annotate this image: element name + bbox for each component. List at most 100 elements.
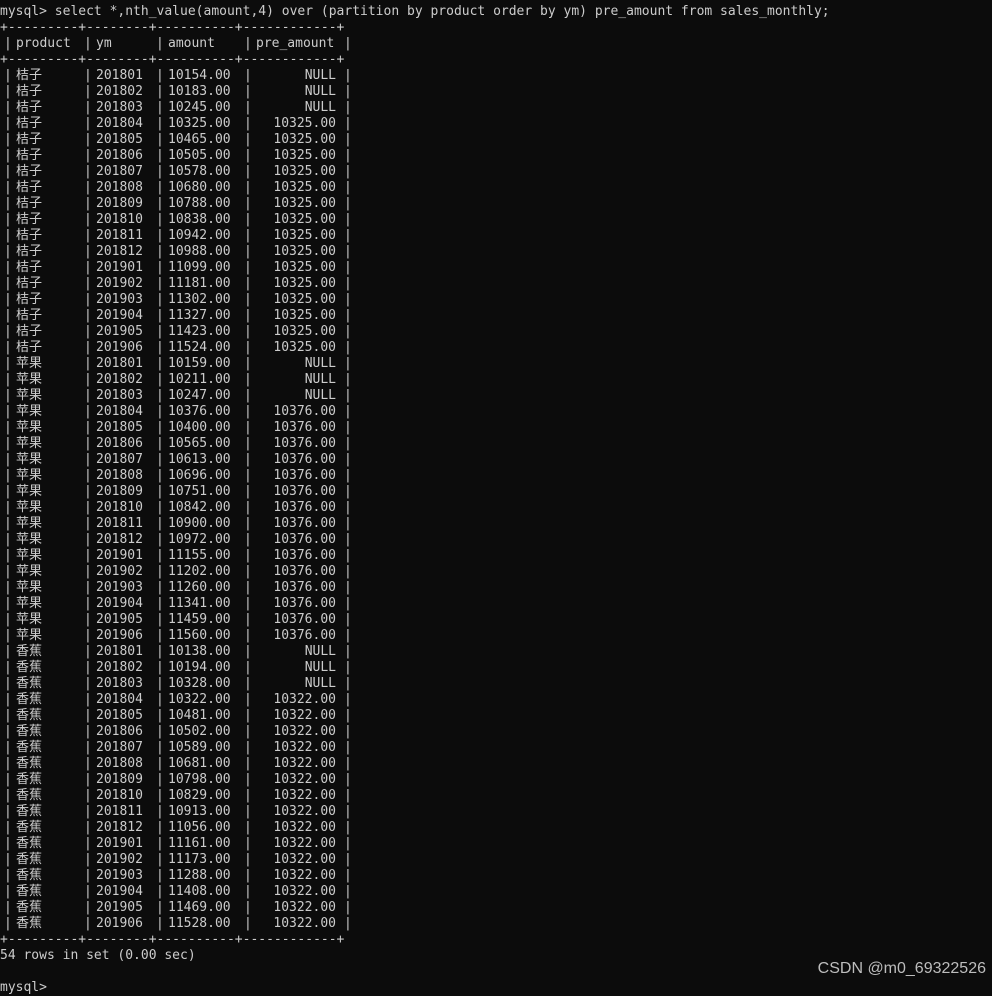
column-separator: |: [4, 804, 12, 819]
cell-product: 苹果: [16, 500, 43, 515]
column-separator: |: [4, 436, 12, 451]
cell-amount: 11528.00: [168, 916, 231, 931]
command-prompt-next[interactable]: mysql>: [0, 980, 47, 996]
cell-amount: 10680.00: [168, 180, 231, 195]
column-separator: |: [156, 420, 164, 435]
cell-amount: 10328.00: [168, 676, 231, 691]
cell-amount: 10194.00: [168, 660, 231, 675]
column-separator: |: [84, 804, 92, 819]
column-separator: |: [156, 836, 164, 851]
column-separator: |: [84, 452, 92, 467]
cell-product: 香蕉: [16, 868, 43, 883]
cell-amount: 10465.00: [168, 132, 231, 147]
column-separator: |: [4, 708, 12, 723]
cell-product: 苹果: [16, 596, 43, 611]
column-separator: |: [344, 580, 352, 595]
cell-ym: 201904: [96, 884, 143, 899]
column-separator: |: [156, 532, 164, 547]
cell-ym: 201810: [96, 788, 143, 803]
column-separator: |: [4, 740, 12, 755]
cell-ym: 201808: [96, 756, 143, 771]
cell-product: 苹果: [16, 452, 43, 467]
column-separator: |: [84, 148, 92, 163]
cell-amount: 11408.00: [168, 884, 231, 899]
terminal-window[interactable]: mysql> select *,nth_value(amount,4) over…: [0, 0, 992, 995]
column-separator: |: [344, 900, 352, 915]
column-separator: |: [344, 436, 352, 451]
column-separator: |: [4, 276, 12, 291]
cell-amount: 10505.00: [168, 148, 231, 163]
cell-pre-amount: 10322.00: [273, 820, 336, 835]
cell-amount: 11469.00: [168, 900, 231, 915]
cell-pre-amount: 10322.00: [273, 692, 336, 707]
column-separator: |: [4, 420, 12, 435]
cell-product: 香蕉: [16, 916, 43, 931]
cell-product: 香蕉: [16, 660, 43, 675]
column-separator: |: [344, 308, 352, 323]
column-separator: |: [344, 852, 352, 867]
column-separator: |: [84, 404, 92, 419]
column-separator: |: [156, 244, 164, 259]
cell-amount: 10138.00: [168, 644, 231, 659]
table-border-header: +---------+--------+----------+---------…: [0, 52, 345, 67]
cell-pre-amount: 10325.00: [273, 132, 336, 147]
column-separator: |: [156, 852, 164, 867]
column-separator: |: [84, 484, 92, 499]
cell-amount: 10154.00: [168, 68, 231, 83]
table-header-row: | product | ym | amount | pre_amount |: [0, 36, 352, 52]
cell-pre-amount: 10325.00: [273, 276, 336, 291]
cell-amount: 10613.00: [168, 452, 231, 467]
column-separator: |: [84, 388, 92, 403]
cell-amount: 10565.00: [168, 436, 231, 451]
cell-pre-amount: 10325.00: [273, 324, 336, 339]
column-separator: |: [156, 372, 164, 387]
cell-ym: 201808: [96, 468, 143, 483]
cell-ym: 201812: [96, 532, 143, 547]
cell-product: 桔子: [16, 132, 43, 147]
cell-ym: 201902: [96, 564, 143, 579]
column-separator: |: [4, 452, 12, 467]
column-separator: |: [156, 68, 164, 83]
column-separator: |: [84, 292, 92, 307]
column-separator: |: [156, 228, 164, 243]
column-separator: |: [4, 100, 12, 115]
column-separator: |: [84, 788, 92, 803]
column-separator: |: [84, 324, 92, 339]
cell-pre-amount: NULL: [304, 100, 336, 115]
column-separator: |: [344, 260, 352, 275]
column-separator: |: [4, 772, 12, 787]
column-separator: |: [344, 404, 352, 419]
cell-product: 香蕉: [16, 772, 43, 787]
column-separator: |: [4, 212, 12, 227]
column-separator: |: [84, 708, 92, 723]
column-separator: |: [84, 100, 92, 115]
column-separator: |: [4, 84, 12, 99]
cell-amount: 10589.00: [168, 740, 231, 755]
cell-ym: 201808: [96, 180, 143, 195]
cell-ym: 201812: [96, 820, 143, 835]
cell-pre-amount: NULL: [304, 372, 336, 387]
cell-pre-amount: NULL: [304, 356, 336, 371]
column-separator: |: [344, 724, 352, 739]
cell-ym: 201906: [96, 628, 143, 643]
column-separator: |: [84, 612, 92, 627]
cell-pre-amount: 10322.00: [273, 884, 336, 899]
cell-amount: 11302.00: [168, 292, 231, 307]
cell-ym: 201807: [96, 164, 143, 179]
cell-ym: 201905: [96, 900, 143, 915]
cell-product: 桔子: [16, 276, 43, 291]
cell-pre-amount: 10325.00: [273, 340, 336, 355]
cell-ym: 201801: [96, 356, 143, 371]
column-separator: |: [344, 772, 352, 787]
column-separator: |: [344, 868, 352, 883]
cell-ym: 201810: [96, 500, 143, 515]
cell-pre-amount: 10376.00: [273, 612, 336, 627]
cell-product: 香蕉: [16, 852, 43, 867]
cell-ym: 201802: [96, 660, 143, 675]
column-separator: |: [4, 884, 12, 899]
cell-product: 苹果: [16, 516, 43, 531]
column-separator: |: [4, 500, 12, 515]
column-separator: |: [4, 244, 12, 259]
column-separator: |: [156, 484, 164, 499]
column-separator: |: [344, 692, 352, 707]
